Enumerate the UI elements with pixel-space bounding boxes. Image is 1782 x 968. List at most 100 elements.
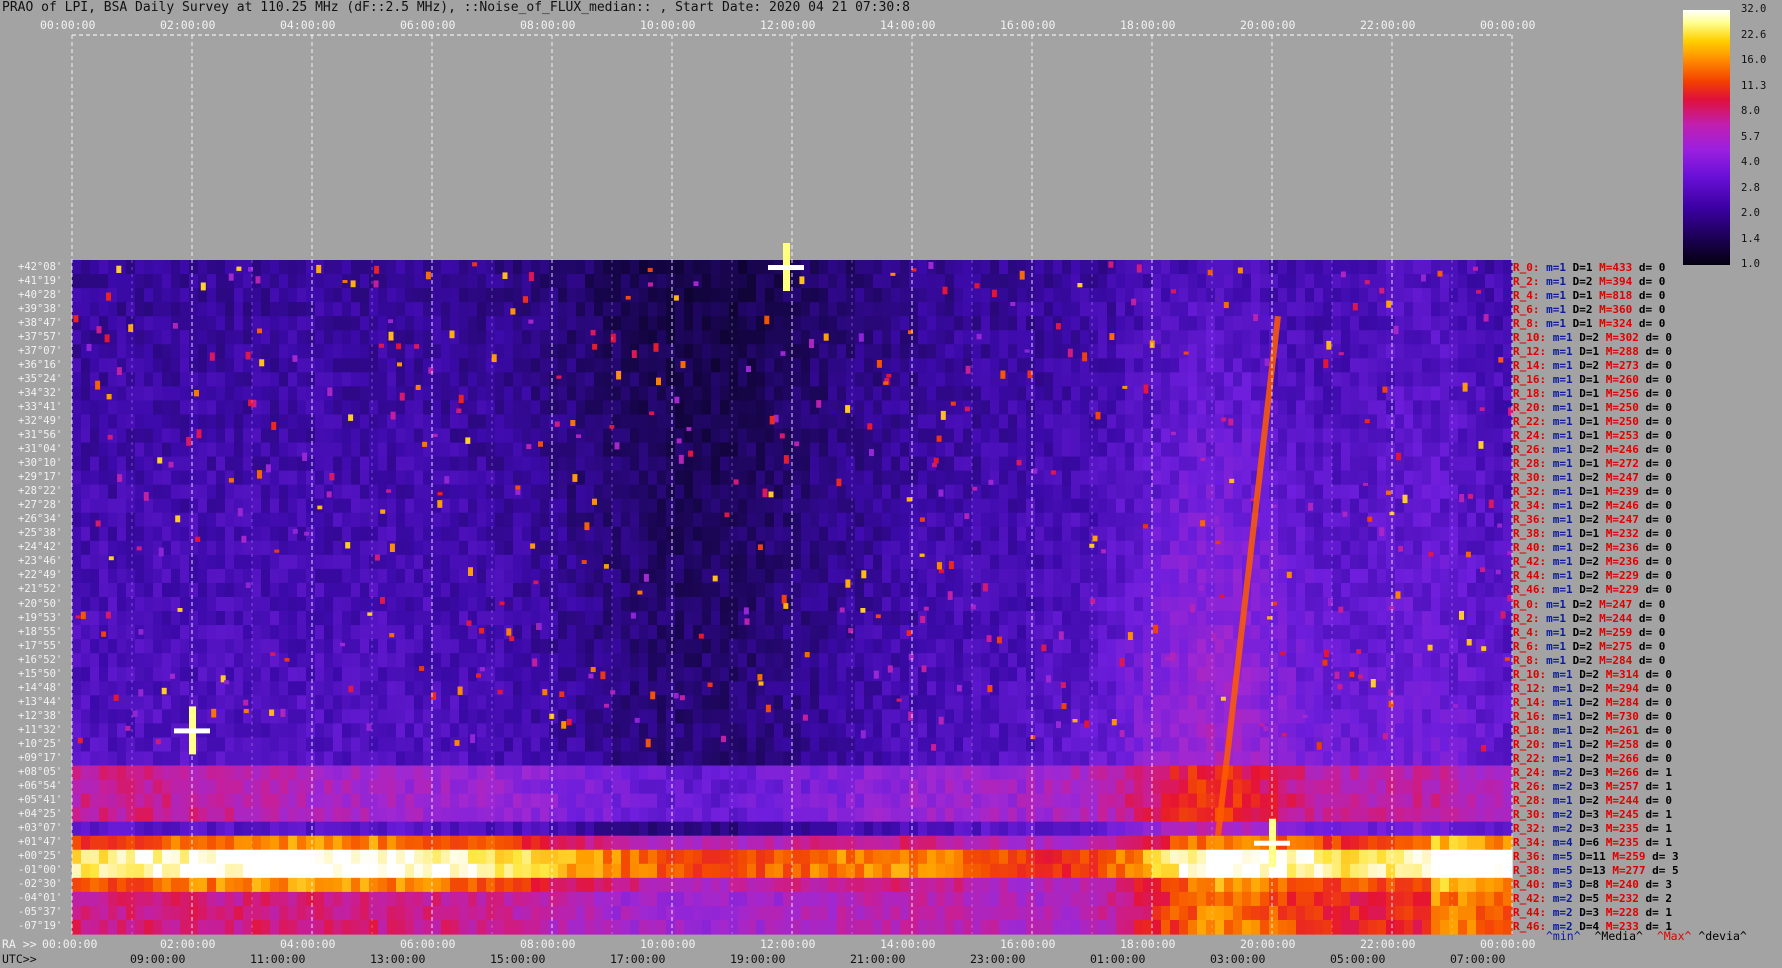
heatmap-cell bbox=[972, 414, 982, 430]
heatmap-cell bbox=[1278, 456, 1288, 472]
heatmap-cell bbox=[891, 540, 901, 556]
heatmap-cell bbox=[117, 681, 127, 696]
heatmap-cell bbox=[1368, 639, 1378, 654]
heatmap-cell bbox=[972, 526, 982, 542]
heatmap-cell bbox=[162, 526, 172, 542]
heatmap-cell bbox=[945, 456, 955, 472]
heatmap-cell bbox=[657, 484, 667, 500]
heatmap-cell bbox=[504, 428, 514, 444]
heatmap-cell bbox=[873, 568, 883, 584]
heatmap-cell bbox=[801, 414, 811, 430]
heatmap-cell bbox=[1494, 667, 1504, 682]
heatmap-cell bbox=[1332, 442, 1342, 458]
heatmap-cell bbox=[1188, 386, 1198, 402]
heatmap-cell bbox=[360, 442, 370, 458]
heatmap-cell bbox=[1089, 330, 1099, 345]
heatmap-cell bbox=[1062, 302, 1072, 317]
heatmap-cell bbox=[756, 498, 766, 514]
heatmap-cell bbox=[954, 260, 964, 275]
heatmap-cell bbox=[486, 288, 496, 303]
heatmap-cell bbox=[126, 484, 136, 500]
heatmap-cell bbox=[414, 554, 424, 570]
heatmap-cell bbox=[459, 667, 469, 682]
heatmap-cell bbox=[792, 512, 802, 528]
heatmap-cell bbox=[594, 456, 604, 472]
heatmap-cell bbox=[1458, 400, 1468, 416]
heatmap-cell bbox=[423, 597, 433, 612]
heatmap-cell bbox=[1485, 526, 1495, 542]
heatmap-cell bbox=[819, 526, 829, 542]
heatmap-cell bbox=[180, 400, 190, 416]
heatmap-cell bbox=[576, 260, 586, 275]
heatmap-cell bbox=[1080, 260, 1090, 275]
heatmap-cell bbox=[1440, 414, 1450, 430]
heatmap-cell bbox=[369, 414, 379, 430]
heatmap-cell bbox=[1134, 414, 1144, 430]
heatmap-cell bbox=[180, 498, 190, 514]
heatmap-cell bbox=[504, 386, 514, 402]
heatmap-cell bbox=[378, 653, 388, 668]
heatmap-cell bbox=[342, 554, 352, 570]
heatmap-cell bbox=[603, 582, 613, 598]
heatmap-cell bbox=[441, 681, 451, 696]
heatmap-cell bbox=[828, 498, 838, 514]
heatmap-cell bbox=[1026, 330, 1036, 345]
heatmap-cell bbox=[522, 597, 532, 612]
heatmap-cell bbox=[909, 400, 919, 416]
heatmap-cell bbox=[1305, 400, 1315, 416]
heatmap-cell bbox=[612, 302, 622, 317]
heatmap-cell bbox=[189, 639, 199, 654]
heatmap-cell bbox=[891, 358, 901, 373]
heatmap-cell bbox=[981, 358, 991, 373]
heatmap-cell bbox=[522, 653, 532, 668]
heatmap-cell bbox=[1224, 428, 1234, 444]
heatmap-cell bbox=[234, 302, 244, 317]
heatmap-cell bbox=[117, 639, 127, 654]
heatmap-cell bbox=[1413, 653, 1423, 668]
heatmap-cell bbox=[1368, 582, 1378, 598]
heatmap-cell bbox=[396, 582, 406, 598]
heatmap-cell bbox=[819, 484, 829, 500]
heatmap-cell bbox=[126, 625, 136, 640]
heatmap-cell bbox=[747, 288, 757, 303]
heatmap-cell bbox=[981, 597, 991, 612]
heatmap-cell bbox=[684, 456, 694, 472]
heatmap-cell bbox=[1350, 372, 1360, 387]
heatmap-cell bbox=[1404, 302, 1414, 317]
heatmap-cell bbox=[603, 611, 613, 626]
heatmap-cell bbox=[810, 316, 820, 331]
heatmap-cell bbox=[270, 386, 280, 402]
heatmap-cell bbox=[828, 344, 838, 359]
heatmap-cell bbox=[666, 470, 676, 486]
heatmap-cell bbox=[927, 582, 937, 598]
heatmap-cell bbox=[729, 414, 739, 430]
heatmap-cell bbox=[612, 386, 622, 402]
heatmap-cell bbox=[1413, 667, 1423, 682]
heatmap-cell bbox=[414, 400, 424, 416]
heatmap-cell bbox=[990, 386, 1000, 402]
heatmap-cell bbox=[180, 695, 190, 710]
heatmap-cell bbox=[711, 470, 721, 486]
heatmap-cell bbox=[1125, 484, 1135, 500]
heatmap-cell bbox=[189, 597, 199, 612]
heatmap-cell bbox=[1449, 526, 1459, 542]
heatmap-cell bbox=[1206, 526, 1216, 542]
heatmap-cell bbox=[1413, 540, 1423, 556]
heatmap-cell bbox=[819, 498, 829, 514]
heatmap-cell bbox=[1035, 274, 1045, 289]
heatmap-cell bbox=[495, 330, 505, 345]
heatmap-cell bbox=[477, 512, 487, 528]
heatmap-cell bbox=[567, 498, 577, 514]
heatmap-cell bbox=[153, 372, 163, 387]
heatmap-cell bbox=[954, 653, 964, 668]
heatmap-cell bbox=[765, 540, 775, 556]
heatmap-cell bbox=[531, 554, 541, 570]
heatmap-cell bbox=[630, 414, 640, 430]
heatmap-cell bbox=[513, 540, 523, 556]
heatmap-cell bbox=[630, 274, 640, 289]
heatmap-cell bbox=[207, 625, 217, 640]
heatmap-cell bbox=[324, 260, 334, 275]
heatmap-cell bbox=[1170, 414, 1180, 430]
heatmap-cell bbox=[414, 597, 424, 612]
heatmap-cell bbox=[333, 540, 343, 556]
